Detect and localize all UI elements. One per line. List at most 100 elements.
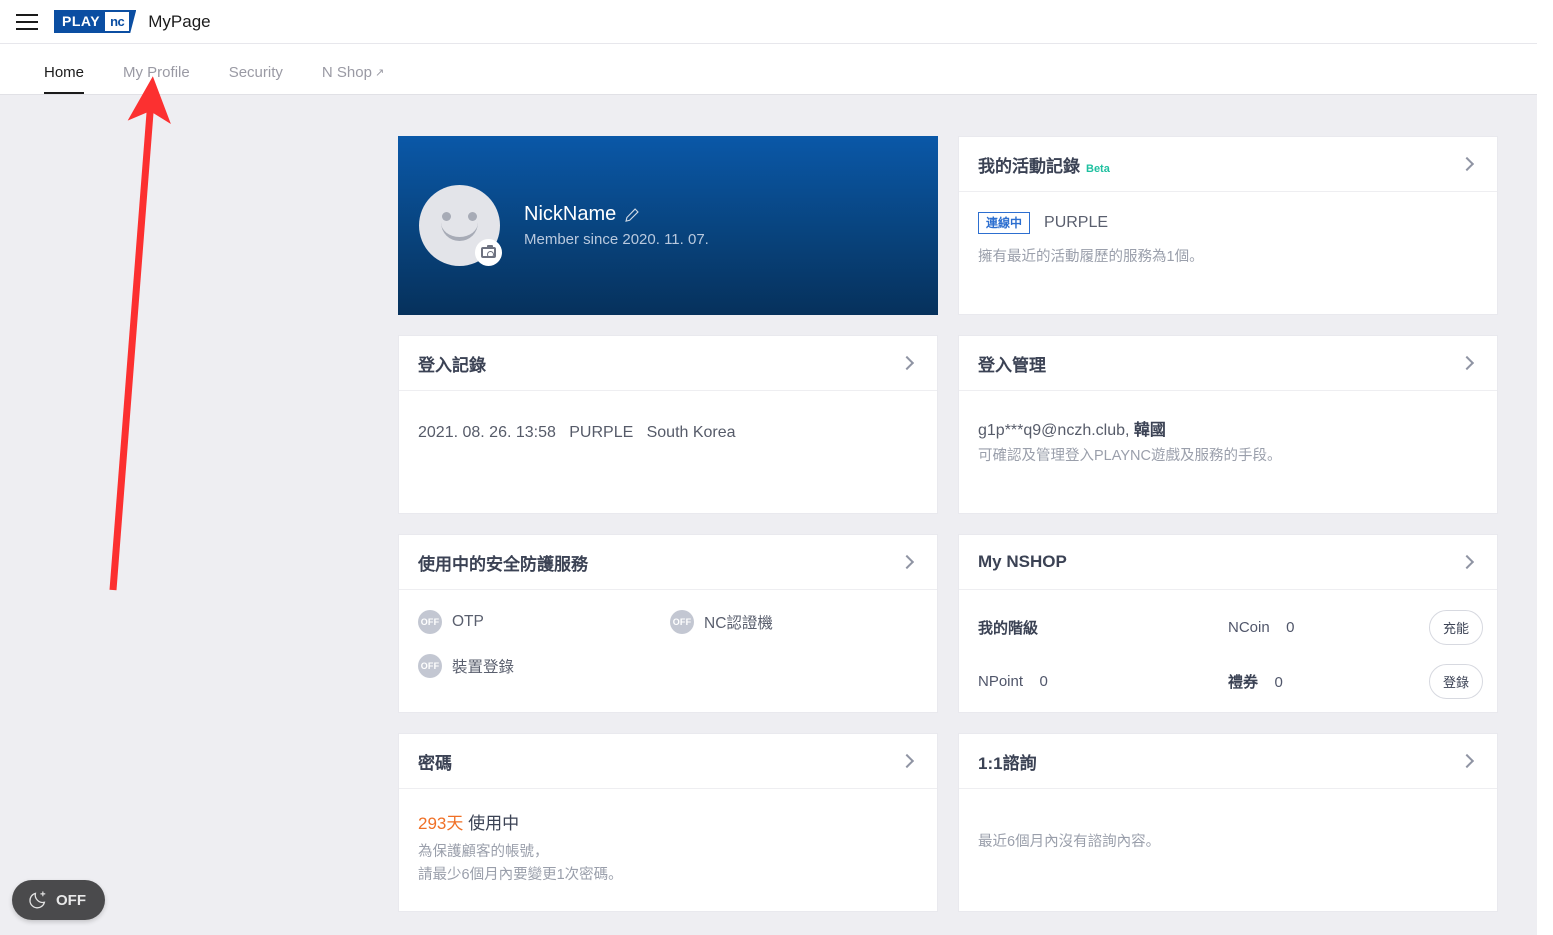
page-title: MyPage [148,11,211,31]
camera-icon[interactable] [475,239,502,266]
login-manage-country: 韓國 [1133,422,1166,439]
activity-record-title: 我的活動記錄 [978,156,1080,176]
login-manage-body: g1p***q9@nczh.club, 韓國 可確認及管理登入PLAYNC遊戲及… [959,391,1497,468]
password-title: 密碼 [418,753,452,773]
password-card: 密碼 293天 使用中 為保護顧客的帳號， 請最少6個月內要變更1次密碼。 [398,733,938,912]
login-manage-account: g1p***q9@nczh.club, [978,422,1130,439]
register-button[interactable]: 登錄 [1428,664,1483,699]
dark-mode-toggle[interactable]: OFF [12,880,105,920]
security-services-card: 使用中的安全防護服務 OFF OTP OFF NC認證機 OFF 裝置登錄 [398,534,938,713]
hamburger-bar [16,20,38,23]
external-link-icon: ↗ [374,67,385,79]
login-manage-description: 可確認及管理登入PLAYNC遊戲及服務的手段。 [978,448,1282,464]
password-note-line1: 為保護顧客的帳號， [418,844,549,860]
nshop-grade-label: 我的階級 [978,620,1039,637]
chevron-right-icon[interactable] [1459,554,1475,570]
beta-badge: Beta [1086,162,1110,175]
tab-home-label: Home [44,64,85,81]
main-nav: Home My Profile Security N Shop ↗ [0,44,1537,95]
charge-button[interactable]: 充能 [1428,610,1483,645]
my-nshop-header[interactable]: My NSHOP [959,535,1497,590]
consult-card: 1:1諮詢 最近6個月內沒有諮詢內容。 [958,733,1498,912]
avatar-eye-right [468,212,477,221]
nshop-npoint-label: NPoint [978,672,1024,690]
hamburger-menu-icon[interactable] [12,7,42,37]
chevron-right-icon[interactable] [899,355,915,371]
login-manage-title: 登入管理 [978,355,1046,375]
login-manage-card: 登入管理 g1p***q9@nczh.club, 韓國 可確認及管理登入PLAY… [958,335,1498,514]
camera-glyph [481,245,496,258]
nshop-coupon-value: 0 [1274,674,1283,691]
nshop-row2-left: NPoint 0 [978,673,1228,691]
nshop-ncoin-label: NCoin [1228,618,1270,636]
toggle-state-icon: OFF [418,610,442,634]
activity-record-card: 我的活動記錄 Beta 連線中 PURPLE 擁有最近的活動履歷的服務為1個。 [958,136,1498,315]
chevron-right-icon[interactable] [1459,753,1475,769]
nshop-ncoin-value: 0 [1286,618,1295,636]
consult-title: 1:1諮詢 [978,753,1037,773]
nshop-row1-mid: NCoin 0 [1228,619,1423,637]
consult-header[interactable]: 1:1諮詢 [959,734,1497,789]
tab-home[interactable]: Home [44,64,85,94]
dark-mode-state-label: OFF [56,891,86,909]
avatar[interactable] [419,185,502,266]
nshop-coupon-label: 禮券 [1228,674,1259,691]
password-note-line2: 請最少6個月內要變更1次密碼。 [418,867,623,884]
login-record-body: 2021. 08. 26. 13:58 PURPLE South Korea [399,391,937,442]
profile-card: NickName Member since 2020. 11. 07. [398,136,938,315]
password-state: 使用中 [468,814,520,833]
logo-play-text: PLAY [62,13,101,29]
chevron-right-icon[interactable] [899,753,915,769]
consult-empty-message: 最近6個月內沒有諮詢內容。 [978,834,1161,850]
member-since: Member since 2020. 11. 07. [524,231,709,248]
security-services-header[interactable]: 使用中的安全防護服務 [399,535,937,590]
login-record-header[interactable]: 登入記錄 [399,336,937,391]
tab-my-profile-label: My Profile [123,64,190,81]
security-items-grid: OFF OTP OFF NC認證機 OFF 裝置登錄 [418,610,918,678]
security-item-label: 裝置登錄 [452,659,515,676]
password-header[interactable]: 密碼 [399,734,937,789]
logo-nc-text: nc [105,12,129,31]
activity-service-name: PURPLE [1044,214,1109,231]
nshop-row2-mid: 禮券 0 [1228,671,1423,692]
tab-security[interactable]: Security [229,64,283,94]
tab-my-profile[interactable]: My Profile [123,64,190,94]
nickname-row: NickName [524,203,709,226]
password-body: 293天 使用中 為保護顧客的帳號， 請最少6個月內要變更1次密碼。 [399,789,937,887]
activity-record-header[interactable]: 我的活動記錄 Beta [959,137,1497,192]
plaync-logo[interactable]: PLAY nc [54,10,136,33]
main-content: NickName Member since 2020. 11. 07. 我的活動… [0,95,1537,935]
login-record-title: 登入記錄 [418,355,486,375]
security-item-label: OTP [452,613,484,630]
chevron-right-icon[interactable] [1459,156,1475,172]
chevron-right-icon[interactable] [899,554,915,570]
pencil-icon[interactable] [625,207,640,222]
nshop-npoint-value: 0 [1039,672,1048,690]
security-services-body: OFF OTP OFF NC認證機 OFF 裝置登錄 [399,590,937,678]
login-manage-account-row: g1p***q9@nczh.club, 韓國 [978,416,1478,440]
password-status-row: 293天 使用中 [418,809,918,834]
login-record-card: 登入記錄 2021. 08. 26. 13:58 PURPLE South Ko… [398,335,938,514]
tab-security-label: Security [228,64,283,81]
vertical-scrollbar[interactable] [1537,0,1553,935]
activity-record-body: 連線中 PURPLE 擁有最近的活動履歷的服務為1個。 [959,192,1497,269]
nshop-values-grid: 我的階級 NCoin 0 充能 NPoint 0 禮券 0 登錄 [978,610,1483,699]
security-item-label: NC認證機 [704,615,773,632]
page-root: PLAY nc MyPage Home My Profile Security … [0,0,1553,935]
nshop-row1-left: 我的階級 [978,617,1228,638]
profile-info: NickName Member since 2020. 11. 07. [524,203,709,248]
moon-plus-icon [29,891,46,909]
chevron-right-icon[interactable] [1459,355,1475,371]
security-item-nc-auth[interactable]: OFF NC認證機 [670,610,922,634]
activity-description: 擁有最近的活動履歷的服務為1個。 [978,249,1204,265]
hamburger-bar [16,27,38,30]
my-nshop-title: My NSHOP [978,552,1067,571]
security-item-device[interactable]: OFF 裝置登錄 [418,654,670,678]
avatar-eye-left [442,212,451,221]
tab-n-shop[interactable]: N Shop ↗ [322,64,384,94]
security-item-otp[interactable]: OFF OTP [418,610,670,634]
login-manage-header[interactable]: 登入管理 [959,336,1497,391]
card-grid: NickName Member since 2020. 11. 07. 我的活動… [398,136,1498,912]
activity-service-row: 連線中 PURPLE [978,212,1478,234]
login-record-entry: 2021. 08. 26. 13:58 PURPLE South Korea [418,424,736,441]
